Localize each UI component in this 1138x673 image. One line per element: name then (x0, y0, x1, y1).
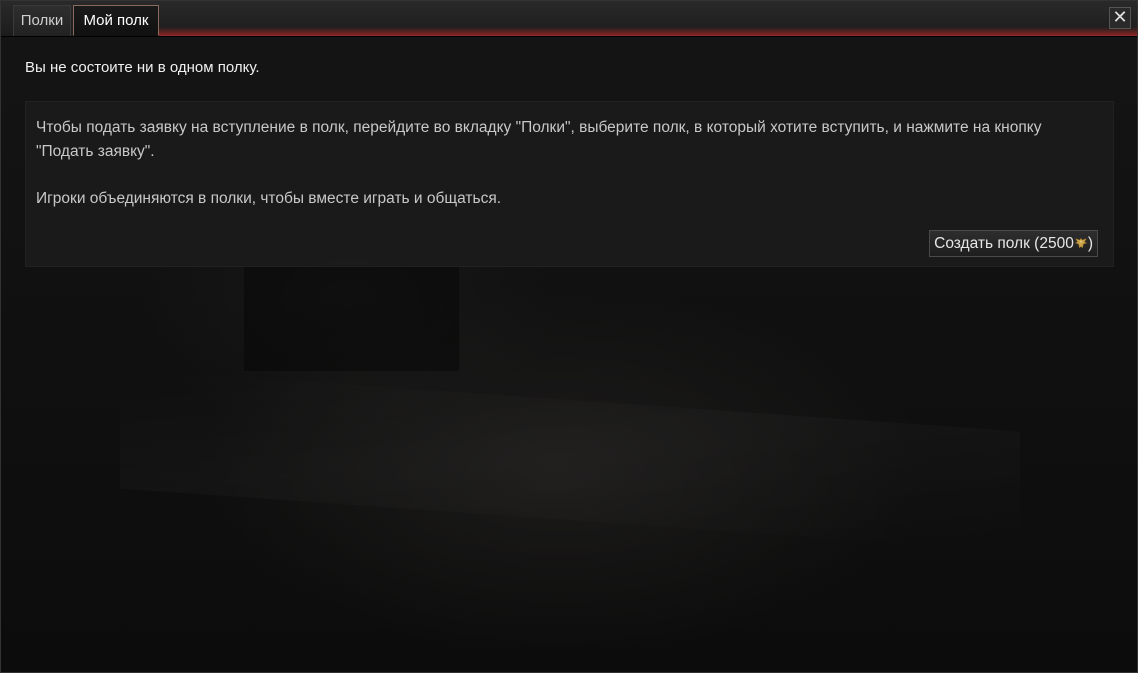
window-header: Полки Мой полк ✕ (0, 0, 1138, 37)
background-menu-panel (243, 265, 460, 372)
join-instructions-text: Чтобы подать заявку на вступление в полк… (36, 119, 1042, 160)
regiment-description-text: Игроки объединяются в полки, чтобы вмест… (36, 190, 502, 207)
close-button[interactable]: ✕ (1109, 7, 1131, 29)
close-icon: ✕ (1112, 7, 1128, 28)
create-regiment-label: Создать полк (2500 (934, 235, 1074, 252)
header-accent-glow (158, 27, 1138, 36)
create-regiment-label-suffix: ) (1087, 235, 1093, 252)
tab-regiments[interactable]: Полки (13, 5, 71, 36)
membership-status-text: Вы не состоите ни в одном полку. (25, 59, 260, 76)
regiment-window: Полки Мой полк ✕ Вы не состоите ни в одн… (0, 0, 1138, 673)
background-aircraft-silhouette (120, 368, 1020, 552)
info-panel: Чтобы подать заявку на вступление в полк… (25, 101, 1114, 267)
tab-my-regiment[interactable]: Мой полк (73, 5, 159, 36)
golden-eagle-icon (1074, 237, 1088, 249)
create-regiment-button[interactable]: Создать полк (2500 ) (929, 230, 1098, 257)
